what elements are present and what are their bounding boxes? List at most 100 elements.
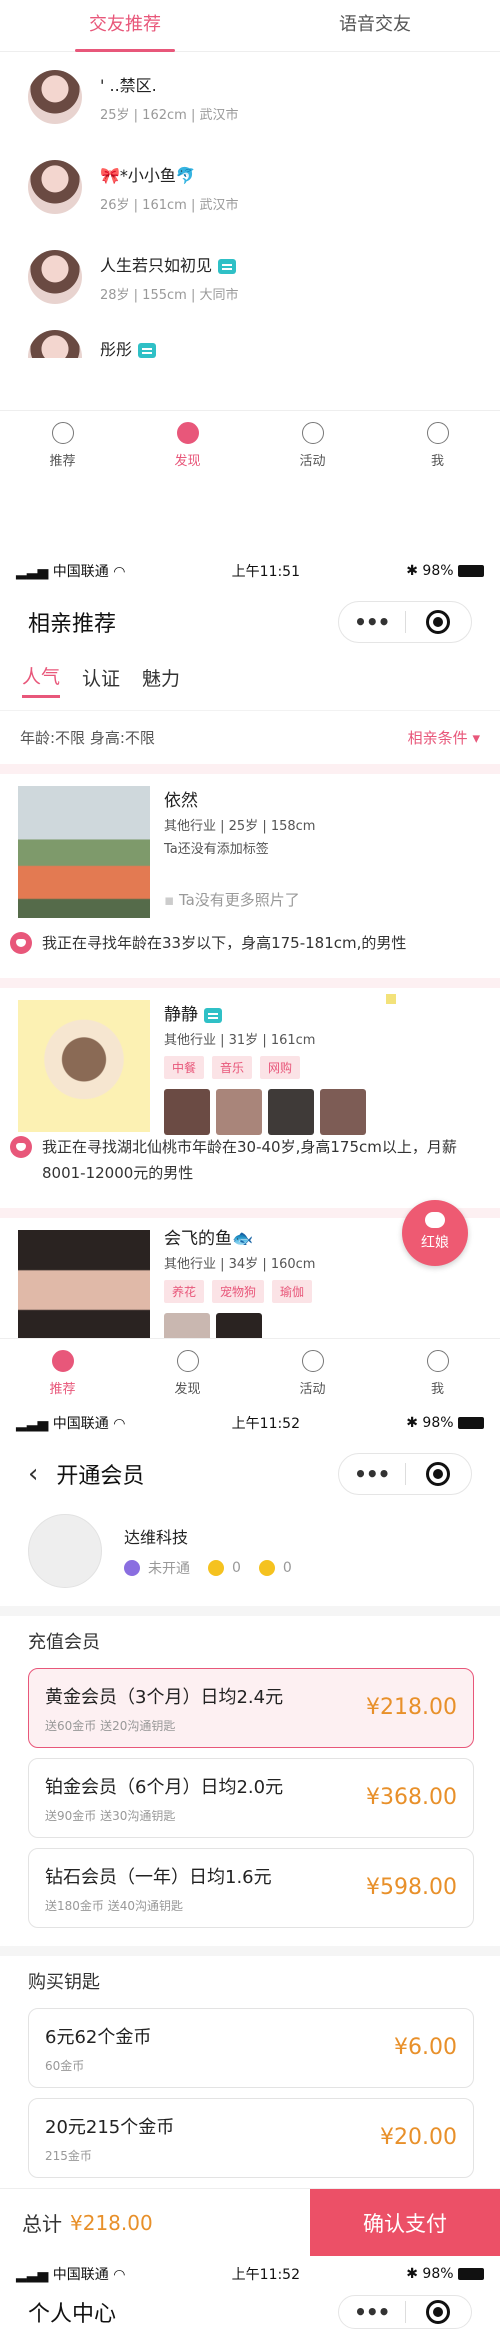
photo-thumbnail[interactable] — [216, 1313, 262, 1338]
seeking-text: 我正在寻找湖北仙桃市年龄在30-40岁,身高175cm以上，月薪8001-120… — [10, 1134, 490, 1186]
wifi-icon: ◠ — [113, 1416, 126, 1432]
nav-bar: 相亲推荐 ••• — [0, 594, 500, 650]
close-target-icon[interactable] — [406, 610, 472, 634]
photo-thumbnail[interactable] — [164, 1089, 210, 1135]
member-status: 未开通 — [148, 1561, 190, 1577]
tab-activity[interactable]: 活动 — [250, 411, 375, 480]
member-info: 其他行业 | 34岁 | 160cm — [164, 1257, 316, 1272]
tab-voice-friend[interactable]: 语音交友 — [250, 0, 500, 51]
top-tabs: 交友推荐 语音交友 — [0, 0, 500, 52]
tab-popularity[interactable]: 人气 — [22, 662, 61, 698]
nav-bar: ‹ 开通会员 ••• — [0, 1446, 500, 1502]
battery-icon — [458, 565, 484, 577]
bluetooth-icon: ✱ — [406, 563, 418, 579]
interest-tag: 中餐 — [164, 1056, 205, 1079]
user-list-item[interactable]: 彤彤 — [0, 322, 500, 358]
more-icon[interactable]: ••• — [339, 610, 405, 634]
package-diamond[interactable]: 钻石会员（一年）日均1.6元 送180金币 送40沟通钥匙 ¥598.00 — [28, 1848, 474, 1928]
user-list-item[interactable]: 🎀*小小鱼🐬 26岁 | 161cm | 武汉市 — [0, 142, 500, 232]
package-gold[interactable]: 黄金会员（3个月）日均2.4元 送60金币 送20沟通钥匙 ¥218.00 — [28, 1668, 474, 1748]
wifi-icon: ◠ — [113, 2267, 126, 2283]
photo-thumbnail[interactable] — [268, 1089, 314, 1135]
status-bar: ▂▃▅ 中国联通 ◠ 上午11:51 ✱ 98% — [0, 548, 500, 594]
bottom-tab-bar: 推荐 发现 活动 我 — [0, 410, 500, 480]
key-icon — [258, 1560, 275, 1576]
user-name: 达维科技 — [124, 1528, 189, 1547]
tab-verified[interactable]: 认证 — [82, 664, 120, 697]
vip-badge-icon — [204, 1007, 222, 1023]
tab-discover[interactable]: 发现 — [125, 411, 250, 480]
filter-summary: 年龄:不限 身高:不限 — [20, 729, 155, 747]
interest-tag: 音乐 — [212, 1056, 253, 1079]
avatar — [28, 160, 82, 214]
clock: 上午11:52 — [231, 1416, 301, 1432]
photo-thumbnail[interactable] — [320, 1089, 366, 1135]
filter-conditions-button[interactable]: 相亲条件 ▾ — [408, 727, 480, 748]
tab-discover[interactable]: 发现 — [125, 1339, 250, 1408]
key-count: 0 — [282, 1560, 292, 1576]
activity-icon — [301, 1350, 324, 1372]
close-target-icon[interactable] — [406, 2299, 472, 2324]
back-chevron-icon[interactable]: ‹ — [28, 1459, 38, 1489]
tab-recommend[interactable]: 推荐 — [0, 1339, 125, 1408]
home-icon — [51, 422, 74, 444]
gold-coin-icon — [208, 1560, 224, 1576]
key-package-20[interactable]: 20元215个金币 215金币 ¥20.00 — [28, 2098, 474, 2178]
tab-me[interactable]: 我 — [375, 411, 500, 480]
avatar — [28, 70, 82, 124]
discover-icon — [176, 422, 199, 444]
eye-icon — [176, 1350, 199, 1372]
interest-tag: 养花 — [164, 1280, 205, 1303]
signal-icon: ▂▃▅ — [16, 2267, 49, 2283]
carrier-label: 中国联通 — [52, 564, 109, 580]
member-note: Ta还没有添加标签 — [164, 842, 269, 857]
member-name: 静静 — [164, 1005, 198, 1025]
mini-program-capsule: ••• — [338, 1453, 472, 1495]
user-list-item[interactable]: ' ..禁区. 25岁 | 162cm | 武汉市 — [0, 52, 500, 142]
smile-icon — [426, 422, 449, 444]
photo-thumbnail[interactable] — [164, 1313, 210, 1338]
tab-charm[interactable]: 魅力 — [142, 664, 180, 697]
match-card[interactable]: 依然 其他行业 | 25岁 | 158cm Ta还没有添加标签 ▪ Ta没有更多… — [10, 776, 490, 970]
nav-bar: 个人中心 ••• — [0, 2292, 500, 2331]
key-package-6[interactable]: 6元62个金币 60金币 ¥6.00 — [28, 2008, 474, 2088]
user-list-item[interactable]: 人生若只如初见 28岁 | 155cm | 大同市 — [0, 232, 500, 322]
tab-friend-recommend[interactable]: 交友推荐 — [0, 0, 250, 52]
tab-activity[interactable]: 活动 — [250, 1339, 375, 1408]
member-name: 会飞的鱼🐟 — [164, 1229, 254, 1249]
screen-open-membership: ▂▃▅ 中国联通 ◠ 上午11:52 ✱ 98% ‹ 开通会员 ••• 达维科技 … — [0, 1400, 500, 2256]
matchmaker-icon — [425, 1212, 445, 1228]
vip-badge-icon — [138, 343, 157, 358]
screen-friend-recommend: 交友推荐 语音交友 ' ..禁区. 25岁 | 162cm | 武汉市 🎀*小小… — [0, 0, 500, 500]
more-icon[interactable]: ••• — [339, 2300, 405, 2324]
tab-recommend[interactable]: 推荐 — [0, 411, 125, 480]
clock: 上午11:52 — [231, 2267, 301, 2283]
page-title: 个人中心 — [28, 2301, 117, 2327]
carrier-label: 中国联通 — [52, 2267, 109, 2283]
filter-bar: 年龄:不限 身高:不限 相亲条件 ▾ — [0, 710, 500, 764]
battery-label: 98% — [422, 2266, 454, 2282]
package-platinum[interactable]: 铂金会员（6个月）日均2.0元 送90金币 送30沟通钥匙 ¥368.00 — [28, 1758, 474, 1838]
seeking-text: 我正在寻找年龄在33岁以下，身高175-181cm,的男性 — [10, 930, 490, 956]
page-title: 相亲推荐 — [28, 612, 117, 637]
carrier-label: 中国联通 — [52, 1416, 109, 1432]
screen-matchmaking: ▂▃▅ 中国联通 ◠ 上午11:51 ✱ 98% 相亲推荐 ••• 人气 认证 … — [0, 548, 500, 1408]
matchmaker-button[interactable]: 红娘 — [402, 1200, 468, 1266]
signal-icon: ▂▃▅ — [16, 564, 49, 580]
interest-tag: 网购 — [260, 1056, 301, 1079]
gold-count: 0 — [232, 1560, 241, 1576]
status-bar: ▂▃▅ 中国联通 ◠ 上午11:52 ✱ 98% — [0, 1400, 500, 1446]
tab-me[interactable]: 我 — [375, 1339, 500, 1408]
battery-label: 98% — [422, 563, 454, 579]
match-card[interactable]: 静静 其他行业 | 31岁 | 161cm 中餐 音乐 网购 我正在寻找湖北仙桃市年… — [10, 994, 490, 1200]
total-label: 总计 — [22, 2212, 62, 2236]
photo-thumbnail[interactable] — [216, 1089, 262, 1135]
more-icon[interactable]: ••• — [339, 1462, 405, 1486]
user-meta: 25岁 | 162cm | 武汉市 — [100, 107, 239, 123]
wifi-icon: ◠ — [113, 564, 126, 580]
profile-photo — [18, 786, 150, 918]
close-target-icon[interactable] — [406, 1462, 472, 1486]
confirm-pay-button[interactable]: 确认支付 — [310, 2189, 500, 2256]
avatar — [28, 330, 82, 358]
interest-tag: 宠物狗 — [212, 1280, 265, 1303]
